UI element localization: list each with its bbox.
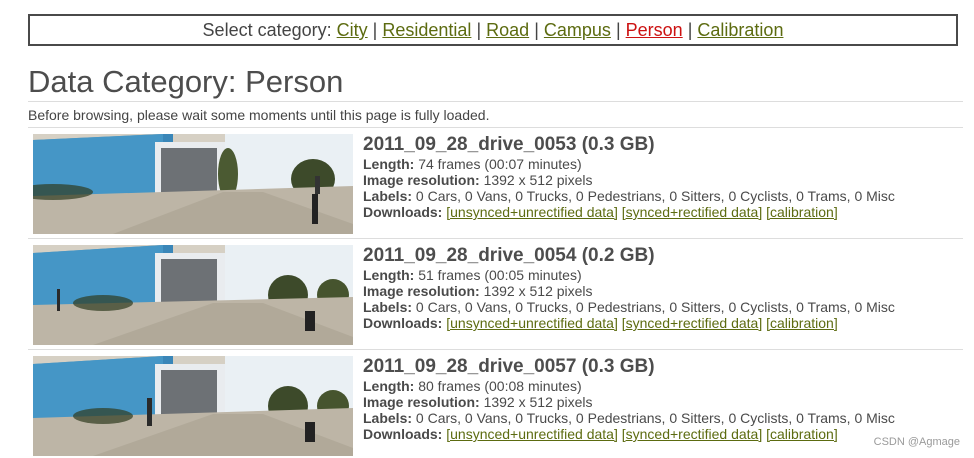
download-calibration-link[interactable]: [calibration]	[766, 315, 838, 331]
thumbnail-image	[33, 245, 353, 345]
downloads-label: Downloads:	[363, 315, 443, 331]
download-synced-link[interactable]: [synced+rectified data]	[622, 426, 762, 442]
labels-value: 0 Cars, 0 Vans, 0 Trucks, 0 Pedestrians,…	[415, 299, 895, 315]
labels-row: Labels: 0 Cars, 0 Vans, 0 Trucks, 0 Pede…	[363, 188, 895, 204]
length-label: Length:	[363, 267, 415, 283]
category-nav: Select category: City | Residential | Ro…	[28, 14, 958, 46]
download-unsynced-link[interactable]: [unsynced+unrectified data]	[446, 204, 618, 220]
thumbnail-image	[33, 134, 353, 234]
category-link-person[interactable]: Person	[626, 20, 683, 40]
thumbnail-image	[33, 356, 353, 456]
length-row: Length: 80 frames (00:08 minutes)	[363, 378, 895, 394]
downloads-row: Downloads: [unsynced+unrectified data] […	[363, 315, 895, 331]
labels-value: 0 Cars, 0 Vans, 0 Trucks, 0 Pedestrians,…	[415, 410, 895, 426]
drive-title: 2011_09_28_drive_0057 (0.3 GB)	[363, 356, 655, 377]
nav-separator: |	[687, 20, 693, 40]
sequence-thumbnail[interactable]	[33, 134, 353, 234]
category-link-road[interactable]: Road	[486, 20, 529, 40]
length-label: Length:	[363, 378, 415, 394]
length-row: Length: 51 frames (00:05 minutes)	[363, 267, 895, 283]
watermark: CSDN @Agmage	[873, 436, 960, 448]
download-calibration-link[interactable]: [calibration]	[766, 204, 838, 220]
title-divider	[28, 101, 963, 102]
resolution-label: Image resolution:	[363, 394, 480, 410]
download-synced-link[interactable]: [synced+rectified data]	[622, 315, 762, 331]
category-link-city[interactable]: City	[337, 20, 368, 40]
labels-label: Labels:	[363, 410, 413, 426]
dataset-entry: 2011_09_28_drive_0053 (0.3 GB) Length: 7…	[28, 128, 963, 236]
entry-details: 2011_09_28_drive_0057 (0.3 GB) Length: 8…	[363, 356, 895, 442]
drive-title: 2011_09_28_drive_0053 (0.3 GB)	[363, 134, 655, 155]
labels-value: 0 Cars, 0 Vans, 0 Trucks, 0 Pedestrians,…	[415, 188, 895, 204]
labels-label: Labels:	[363, 299, 413, 315]
download-unsynced-link[interactable]: [unsynced+unrectified data]	[446, 426, 618, 442]
nav-separator: |	[476, 20, 482, 40]
nav-separator: |	[534, 20, 539, 40]
category-link-calibration[interactable]: Calibration	[697, 20, 783, 40]
page-title: Data Category: Person	[28, 64, 344, 99]
entry-details: 2011_09_28_drive_0053 (0.3 GB) Length: 7…	[363, 134, 895, 220]
download-synced-link[interactable]: [synced+rectified data]	[622, 204, 762, 220]
length-value: 51 frames (00:05 minutes)	[418, 267, 582, 283]
resolution-value: 1392 x 512 pixels	[483, 172, 593, 188]
downloads-row: Downloads: [unsynced+unrectified data] […	[363, 426, 895, 442]
labels-label: Labels:	[363, 188, 413, 204]
sequence-thumbnail[interactable]	[33, 356, 353, 456]
resolution-value: 1392 x 512 pixels	[483, 283, 593, 299]
length-value: 74 frames (00:07 minutes)	[418, 156, 582, 172]
category-nav-prefix: Select category:	[202, 20, 332, 40]
length-row: Length: 74 frames (00:07 minutes)	[363, 156, 895, 172]
nav-separator: |	[615, 20, 621, 40]
length-label: Length:	[363, 156, 415, 172]
download-calibration-link[interactable]: [calibration]	[766, 426, 838, 442]
entry-details: 2011_09_28_drive_0054 (0.2 GB) Length: 5…	[363, 245, 895, 331]
drive-title: 2011_09_28_drive_0054 (0.2 GB)	[363, 245, 655, 266]
resolution-row: Image resolution: 1392 x 512 pixels	[363, 394, 895, 410]
labels-row: Labels: 0 Cars, 0 Vans, 0 Trucks, 0 Pede…	[363, 410, 895, 426]
dataset-entry: 2011_09_28_drive_0054 (0.2 GB) Length: 5…	[28, 239, 963, 347]
length-value: 80 frames (00:08 minutes)	[418, 378, 582, 394]
resolution-value: 1392 x 512 pixels	[483, 394, 593, 410]
resolution-row: Image resolution: 1392 x 512 pixels	[363, 283, 895, 299]
resolution-row: Image resolution: 1392 x 512 pixels	[363, 172, 895, 188]
download-unsynced-link[interactable]: [unsynced+unrectified data]	[446, 315, 618, 331]
downloads-label: Downloads:	[363, 426, 443, 442]
downloads-label: Downloads:	[363, 204, 443, 220]
category-link-campus[interactable]: Campus	[544, 20, 611, 40]
sequence-thumbnail[interactable]	[33, 245, 353, 345]
dataset-entry: 2011_09_28_drive_0057 (0.3 GB) Length: 8…	[28, 350, 963, 458]
nav-separator: |	[372, 20, 378, 40]
resolution-label: Image resolution:	[363, 283, 480, 299]
resolution-label: Image resolution:	[363, 172, 480, 188]
category-link-residential[interactable]: Residential	[382, 20, 471, 40]
loading-notice: Before browsing, please wait some moment…	[28, 107, 490, 123]
labels-row: Labels: 0 Cars, 0 Vans, 0 Trucks, 0 Pede…	[363, 299, 895, 315]
downloads-row: Downloads: [unsynced+unrectified data] […	[363, 204, 895, 220]
